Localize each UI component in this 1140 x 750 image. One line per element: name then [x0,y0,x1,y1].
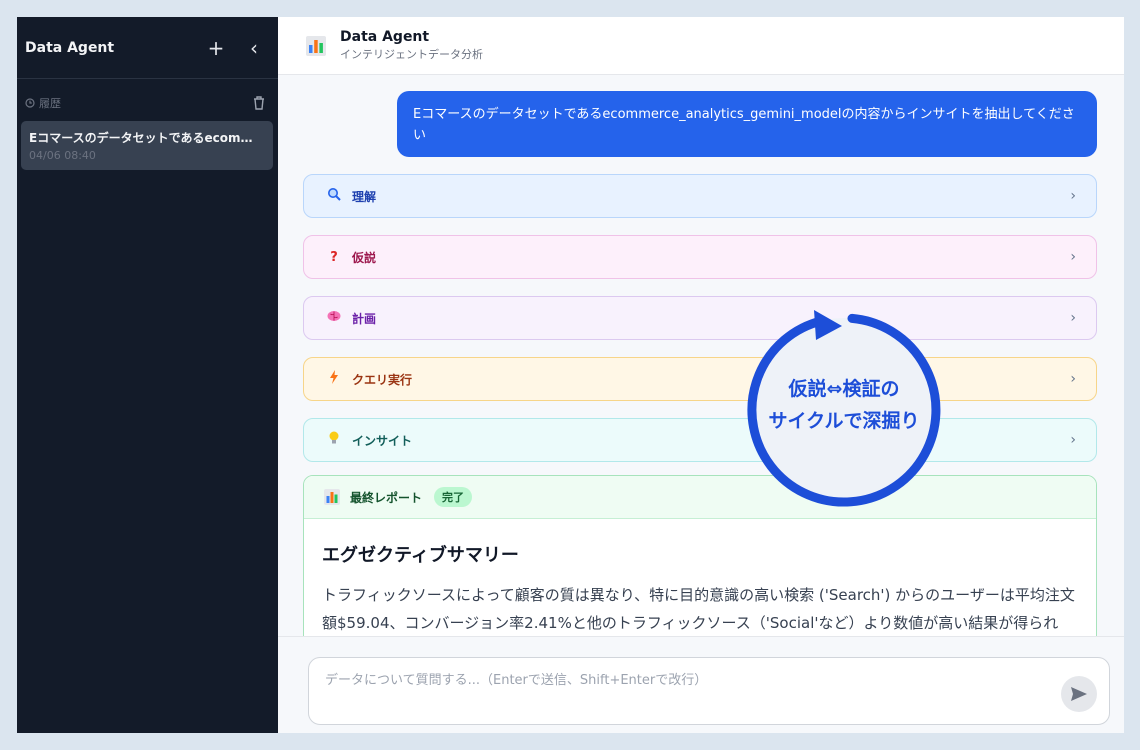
brain-icon [326,310,342,326]
step-label: 理解 [352,189,377,204]
lightbulb-icon [326,431,342,449]
chat-area: Eコマースのデータセットであるecommerce_analytics_gemin… [278,75,1124,636]
report-header[interactable]: 最終レポート 完了 [304,476,1096,519]
app-title: Data Agent [340,29,430,45]
clock-icon [25,98,35,108]
send-button[interactable] [1061,676,1097,712]
chevron-right-icon: › [1070,249,1076,265]
step-insight[interactable]: インサイト › [303,418,1097,462]
question-icon: ? [330,249,338,265]
status-badge: 完了 [434,487,473,507]
bar-chart-icon [306,35,326,56]
cycle-annotation-line1: 仮説⇔検証の [788,378,900,400]
history-item-date: 04/06 08:40 [29,149,96,162]
history-item-title: Eコマースのデータセットであるecom… [29,131,253,145]
sidebar-header: Data Agent + ‹ [17,17,278,79]
magnifier-icon [326,187,342,205]
history-label: 履歴 [39,97,61,110]
bar-chart-icon [324,489,340,505]
final-report: 最終レポート 完了 エグゼクティブサマリー トラフィックソースによって顧客の質は… [303,475,1097,636]
sidebar-title: Data Agent [25,39,115,56]
chevron-right-icon: › [1070,310,1076,326]
cycle-annotation: 仮説⇔検証の サイクルで深掘り [744,373,944,437]
chevron-right-icon: › [1070,188,1076,204]
new-chat-button[interactable]: + [204,36,228,60]
cycle-annotation-line2: サイクルで深掘り [768,410,920,432]
step-understand[interactable]: 理解 › [303,174,1097,218]
step-label: 計画 [352,311,377,326]
trash-icon[interactable] [252,95,266,111]
send-icon [1071,687,1087,701]
report-body: エグゼクティブサマリー トラフィックソースによって顧客の質は異なり、特に目的意識… [304,519,1096,636]
message-input-box [308,657,1110,725]
report-label: 最終レポート [350,490,423,505]
step-query[interactable]: クエリ実行 › [303,357,1097,401]
message-input[interactable] [323,672,1027,689]
step-label: 仮説 [352,250,377,265]
chevron-right-icon: › [1070,371,1076,387]
step-label: クエリ実行 [352,372,413,387]
app-subtitle: インテリジェントデータ分析 [340,48,483,61]
step-hypothesis[interactable]: ? 仮説 › [303,235,1097,279]
step-label: インサイト [352,433,413,448]
report-text: トラフィックソースによって顧客の質は異なり、特に目的意識の高い検索 ('Sear… [322,586,1075,632]
user-message: Eコマースのデータセットであるecommerce_analytics_gemin… [397,91,1097,157]
sidebar: Data Agent + ‹ 履歴 Eコマースのデータセットであるecom… 0… [17,17,278,733]
input-area [278,636,1124,733]
main-header: Data Agent インテリジェントデータ分析 [278,17,1124,75]
app-window: Data Agent + ‹ 履歴 Eコマースのデータセットであるecom… 0… [17,17,1124,733]
chevron-right-icon: › [1070,432,1076,448]
history-item[interactable]: Eコマースのデータセットであるecom… 04/06 08:40 [21,121,273,170]
main-panel: Data Agent インテリジェントデータ分析 Eコマースのデータセットである… [278,17,1124,733]
collapse-sidebar-button[interactable]: ‹ [242,36,266,60]
step-plan[interactable]: 計画 › [303,296,1097,340]
lightning-icon [326,370,342,388]
report-heading: エグゼクティブサマリー [322,545,519,566]
history-header: 履歴 [17,79,278,111]
